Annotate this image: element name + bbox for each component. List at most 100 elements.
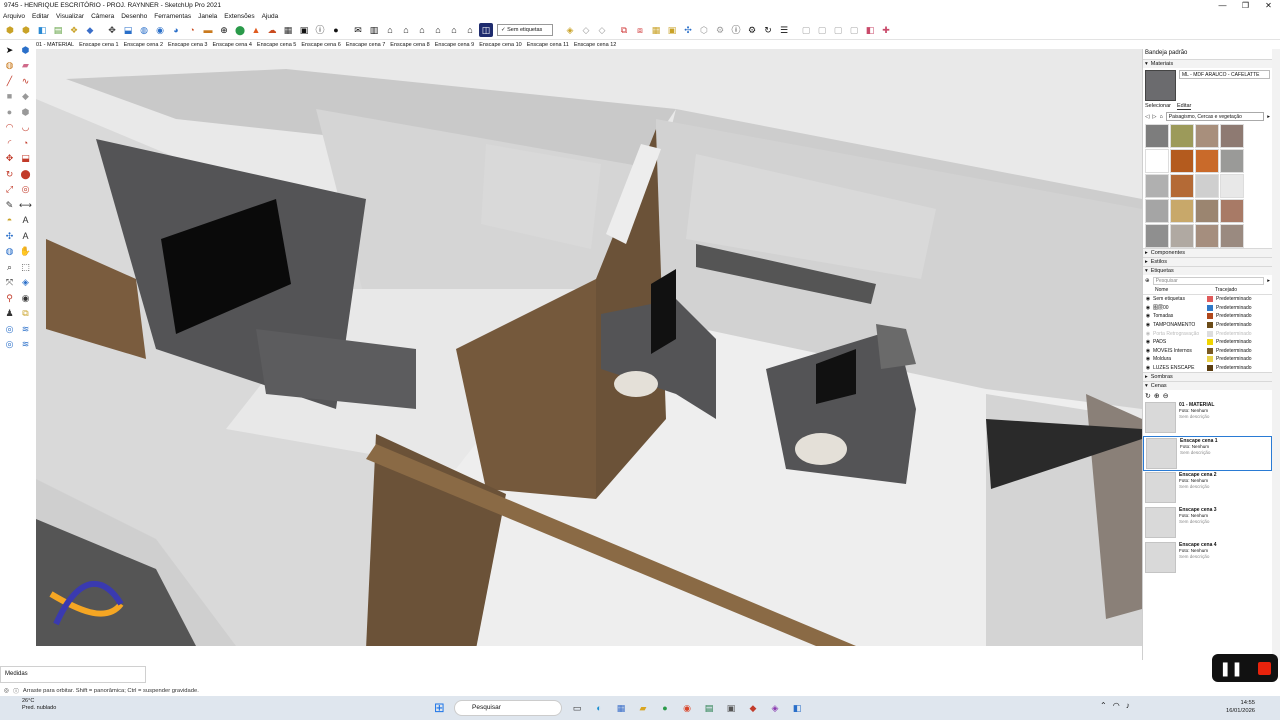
sandbox-icon[interactable]: ◆ (83, 23, 97, 37)
tape-measure-icon[interactable]: ✎ (2, 198, 17, 212)
tag-name[interactable]: TAMPONAMENTO (1153, 322, 1207, 328)
material-swatch[interactable] (1195, 174, 1219, 198)
materials-panel-header[interactable]: ▾ Materiais (1143, 59, 1272, 68)
section-cut-icon[interactable]: ⧈ (633, 23, 647, 37)
volume-icon[interactable]: ♪ (1126, 701, 1130, 710)
scene-thumbnail[interactable] (1146, 438, 1177, 470)
material-swatch[interactable] (1145, 149, 1169, 173)
scene-tab[interactable]: Enscape cena 2 (124, 42, 163, 48)
tag-color-swatch[interactable] (1207, 347, 1213, 354)
scene-tab[interactable]: Enscape cena 6 (301, 42, 340, 48)
material-swatch[interactable] (1170, 124, 1194, 148)
edge-icon[interactable]: ◐ (590, 700, 608, 716)
menu-draw[interactable]: Desenho (121, 13, 147, 20)
tag-name[interactable]: Moldura (1153, 356, 1207, 362)
scene-item[interactable]: 01 - MATERIAL Foto: Nenhum Sem descrição (1143, 401, 1272, 436)
layer-tool-1-icon[interactable]: ▢ (799, 23, 813, 37)
material-swatch[interactable] (1145, 199, 1169, 223)
update-scene-icon[interactable]: ↻ (1145, 392, 1151, 400)
add-tag-icon[interactable]: ⊕ (1145, 278, 1150, 284)
material-swatch[interactable] (1220, 124, 1244, 148)
tag-row[interactable]: ◉ LUZES ENSCAPE Predeterminado (1143, 364, 1272, 373)
store-icon[interactable]: ▦ (612, 700, 630, 716)
generate-report-icon[interactable]: ▣ (297, 23, 311, 37)
checker-icon[interactable]: ▦ (281, 23, 295, 37)
pan-icon[interactable]: ◉ (153, 23, 167, 37)
material-swatch[interactable] (1170, 199, 1194, 223)
scene-tab[interactable]: Enscape cena 3 (168, 42, 207, 48)
text-icon[interactable]: A (18, 214, 33, 228)
warehouse-icon[interactable]: ⬢ (3, 23, 17, 37)
axes-tool-icon[interactable]: ✣ (2, 229, 17, 243)
scale-icon[interactable]: ⤢ (2, 183, 17, 197)
info-icon[interactable]: ⓘ (13, 686, 19, 695)
chrome-icon[interactable]: ◉ (678, 700, 696, 716)
menu-help[interactable]: Ajuda (262, 13, 279, 20)
tag-row[interactable]: ◉ MOVEIS Internos Predeterminado (1143, 347, 1272, 356)
material-swatch[interactable] (1220, 224, 1244, 248)
styles-panel-header[interactable]: ▸ Estilos (1143, 257, 1272, 266)
scene-tab[interactable]: Enscape cena 9 (435, 42, 474, 48)
tag-dash[interactable]: Predeterminado (1216, 305, 1252, 311)
walk-icon[interactable]: ♟ (2, 307, 17, 321)
material-swatch[interactable] (1170, 224, 1194, 248)
section-plane-tool-icon[interactable]: ⧉ (18, 307, 33, 321)
3d-text-icon[interactable]: ▥ (367, 23, 381, 37)
eraser-icon[interactable]: ▰ (18, 59, 33, 73)
back-view-icon[interactable]: ⌂ (447, 23, 461, 37)
scene-item[interactable]: Enscape cena 4 Foto: Nenhum Sem descrição (1143, 541, 1272, 576)
enscape-settings-icon[interactable]: ⚙ (745, 23, 759, 37)
eye-icon[interactable]: ◉ (1143, 313, 1153, 319)
tag-dash[interactable]: Predeterminado (1216, 365, 1252, 371)
tag-color-swatch[interactable] (1207, 330, 1213, 337)
home-icon[interactable]: ⌂ (1159, 114, 1162, 120)
arc-icon[interactable]: ◠ (2, 121, 17, 135)
tag-color-swatch[interactable] (1207, 339, 1213, 346)
eye-icon[interactable]: ◉ (1143, 296, 1153, 302)
enscape-icon[interactable]: ◈ (766, 700, 784, 716)
wifi-icon[interactable]: ◠ (1113, 701, 1120, 710)
scene-thumbnail[interactable] (1145, 507, 1176, 539)
tag-dash[interactable]: Predeterminado (1216, 339, 1252, 345)
scene-tab[interactable]: Enscape cena 1 (79, 42, 118, 48)
menu-extensions[interactable]: Extensões (224, 13, 254, 20)
pan-tool-icon[interactable]: ✋ (18, 245, 33, 259)
mail-icon[interactable]: ✉ (351, 23, 365, 37)
make-component-icon[interactable]: ⬢ (18, 43, 33, 57)
rotated-rectangle-icon[interactable]: ◆ (18, 90, 33, 104)
tag-color-swatch[interactable] (1207, 313, 1213, 320)
chevron-up-icon[interactable]: ⌃ (1100, 701, 1107, 710)
menu-view[interactable]: Visualizar (56, 13, 84, 20)
push-pull-icon[interactable]: ⬓ (121, 23, 135, 37)
select-icon[interactable]: ➤ (2, 43, 17, 57)
preview-google-earth-icon[interactable]: ☁ (265, 23, 279, 37)
material-swatch[interactable] (1195, 199, 1219, 223)
tag-visibility-icon[interactable]: ◫ (479, 23, 493, 37)
clock[interactable]: 14:55 16/01/2026 (1226, 699, 1255, 715)
photo-texture-icon[interactable]: ▲ (249, 23, 263, 37)
scene-tab[interactable]: Enscape cena 4 (212, 42, 251, 48)
material-swatch[interactable] (1195, 149, 1219, 173)
shadows-panel-header[interactable]: ▸ Sombras (1143, 372, 1272, 382)
zoom-extents-tool-icon[interactable]: ⤧ (2, 276, 17, 290)
scene-thumbnail[interactable] (1145, 542, 1176, 574)
library-select[interactable]: Paisagismo, Cercas e vegetação (1165, 112, 1265, 121)
tag-dash[interactable]: Predeterminado (1216, 296, 1252, 302)
tag-row[interactable]: ◉ Sem etiquetas Predeterminado (1143, 295, 1272, 304)
dimension-icon[interactable]: ⟷ (18, 198, 33, 212)
tag-color-swatch[interactable] (1207, 304, 1213, 311)
material-swatch[interactable] (1145, 124, 1169, 148)
axes-icon[interactable]: ✣ (681, 23, 695, 37)
circle-icon[interactable]: ● (2, 105, 17, 119)
scene-item[interactable]: Enscape cena 1 Foto: Nenhum Sem descrição (1143, 436, 1272, 472)
tag-dash[interactable]: Predeterminado (1216, 356, 1252, 362)
layer-tool-2-icon[interactable]: ▢ (815, 23, 829, 37)
pie-icon[interactable]: ◔ (18, 136, 33, 150)
eye-icon[interactable]: ◉ (1143, 356, 1153, 362)
enscape-menu-icon[interactable]: ☰ (777, 23, 791, 37)
material-swatch[interactable] (1195, 124, 1219, 148)
tag-dash[interactable]: Predeterminado (1216, 348, 1252, 354)
layer-tool-4-icon[interactable]: ▢ (847, 23, 861, 37)
app-icon[interactable]: ▣ (722, 700, 740, 716)
scene-tab[interactable]: Enscape cena 12 (574, 42, 617, 48)
